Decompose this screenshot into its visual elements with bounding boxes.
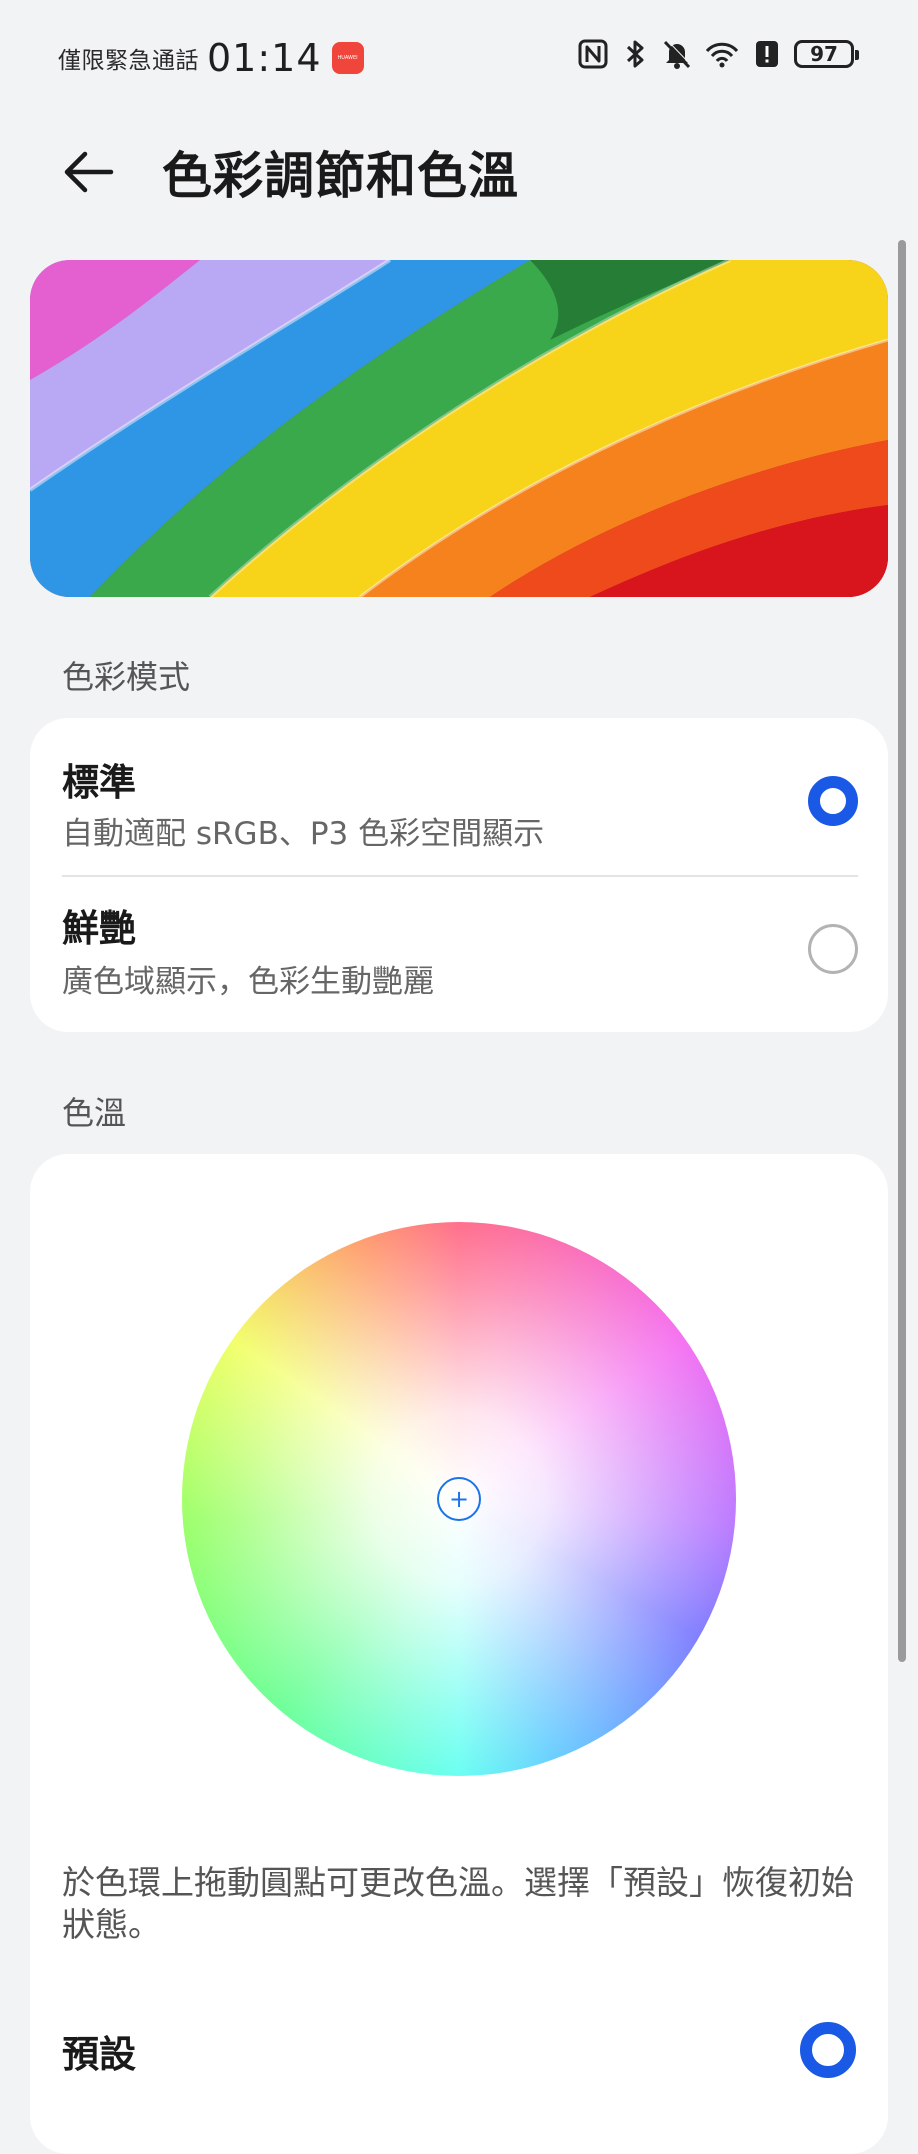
status-left: 僅限緊急通話 01:14 HUAWEI bbox=[58, 36, 364, 80]
status-bar: 僅限緊急通話 01:14 HUAWEI 97 bbox=[0, 0, 918, 118]
radio-vivid-unselected[interactable] bbox=[808, 924, 858, 974]
emergency-call-text: 僅限緊急通話 bbox=[58, 48, 199, 74]
app-header: 色彩調節和色溫 bbox=[0, 118, 918, 222]
color-wheel-container: + bbox=[182, 1222, 736, 1776]
wifi-icon bbox=[705, 42, 739, 68]
color-banner-image bbox=[30, 260, 888, 597]
color-mode-section-label: 色彩模式 bbox=[62, 658, 191, 696]
nfc-icon bbox=[578, 39, 608, 69]
wheel-handle[interactable]: + bbox=[437, 1477, 481, 1521]
color-temp-card: + 於色環上拖動圓點可更改色溫。選擇「預設」恢復初始狀態。 預設 bbox=[30, 1154, 888, 2154]
mute-icon bbox=[663, 39, 692, 69]
option-title-standard: 標準 bbox=[62, 761, 136, 804]
color-temperature-wheel[interactable]: + bbox=[182, 1222, 736, 1776]
battery-indicator: 97 bbox=[794, 40, 859, 68]
color-mode-option-standard[interactable]: 標準 自動適配 sRGB、P3 色彩空間顯示 bbox=[30, 718, 888, 866]
color-mode-card: 標準 自動適配 sRGB、P3 色彩空間顯示 鮮艷 廣色域顯示，色彩生動艷麗 bbox=[30, 718, 888, 1032]
huawei-app-icon: HUAWEI bbox=[331, 42, 364, 74]
alert-icon bbox=[756, 41, 778, 67]
bluetooth-icon bbox=[626, 40, 644, 68]
radio-preset-selected[interactable] bbox=[800, 2022, 856, 2078]
preset-option-label[interactable]: 預設 bbox=[62, 2024, 136, 2078]
scrollbar[interactable] bbox=[898, 240, 906, 1662]
battery-level: 97 bbox=[810, 42, 838, 66]
back-button[interactable] bbox=[56, 140, 120, 204]
color-temp-section-label: 色溫 bbox=[62, 1094, 127, 1132]
option-title-vivid: 鮮艷 bbox=[62, 907, 136, 950]
color-temp-description: 於色環上拖動圓點可更改色溫。選擇「預設」恢復初始狀態。 bbox=[62, 1863, 854, 1944]
back-arrow-icon bbox=[64, 151, 114, 193]
page-title: 色彩調節和色溫 bbox=[162, 147, 519, 205]
clock: 01:14 bbox=[207, 36, 322, 80]
status-right: 97 bbox=[578, 38, 859, 70]
color-mode-option-vivid[interactable]: 鮮艷 廣色域顯示，色彩生動艷麗 bbox=[30, 876, 888, 1024]
radio-standard-selected[interactable] bbox=[808, 776, 858, 826]
option-subtitle-standard: 自動適配 sRGB、P3 色彩空間顯示 bbox=[62, 816, 545, 852]
app-badge-label: HUAWEI bbox=[337, 55, 358, 61]
option-subtitle-vivid: 廣色域顯示，色彩生動艷麗 bbox=[62, 964, 434, 1000]
